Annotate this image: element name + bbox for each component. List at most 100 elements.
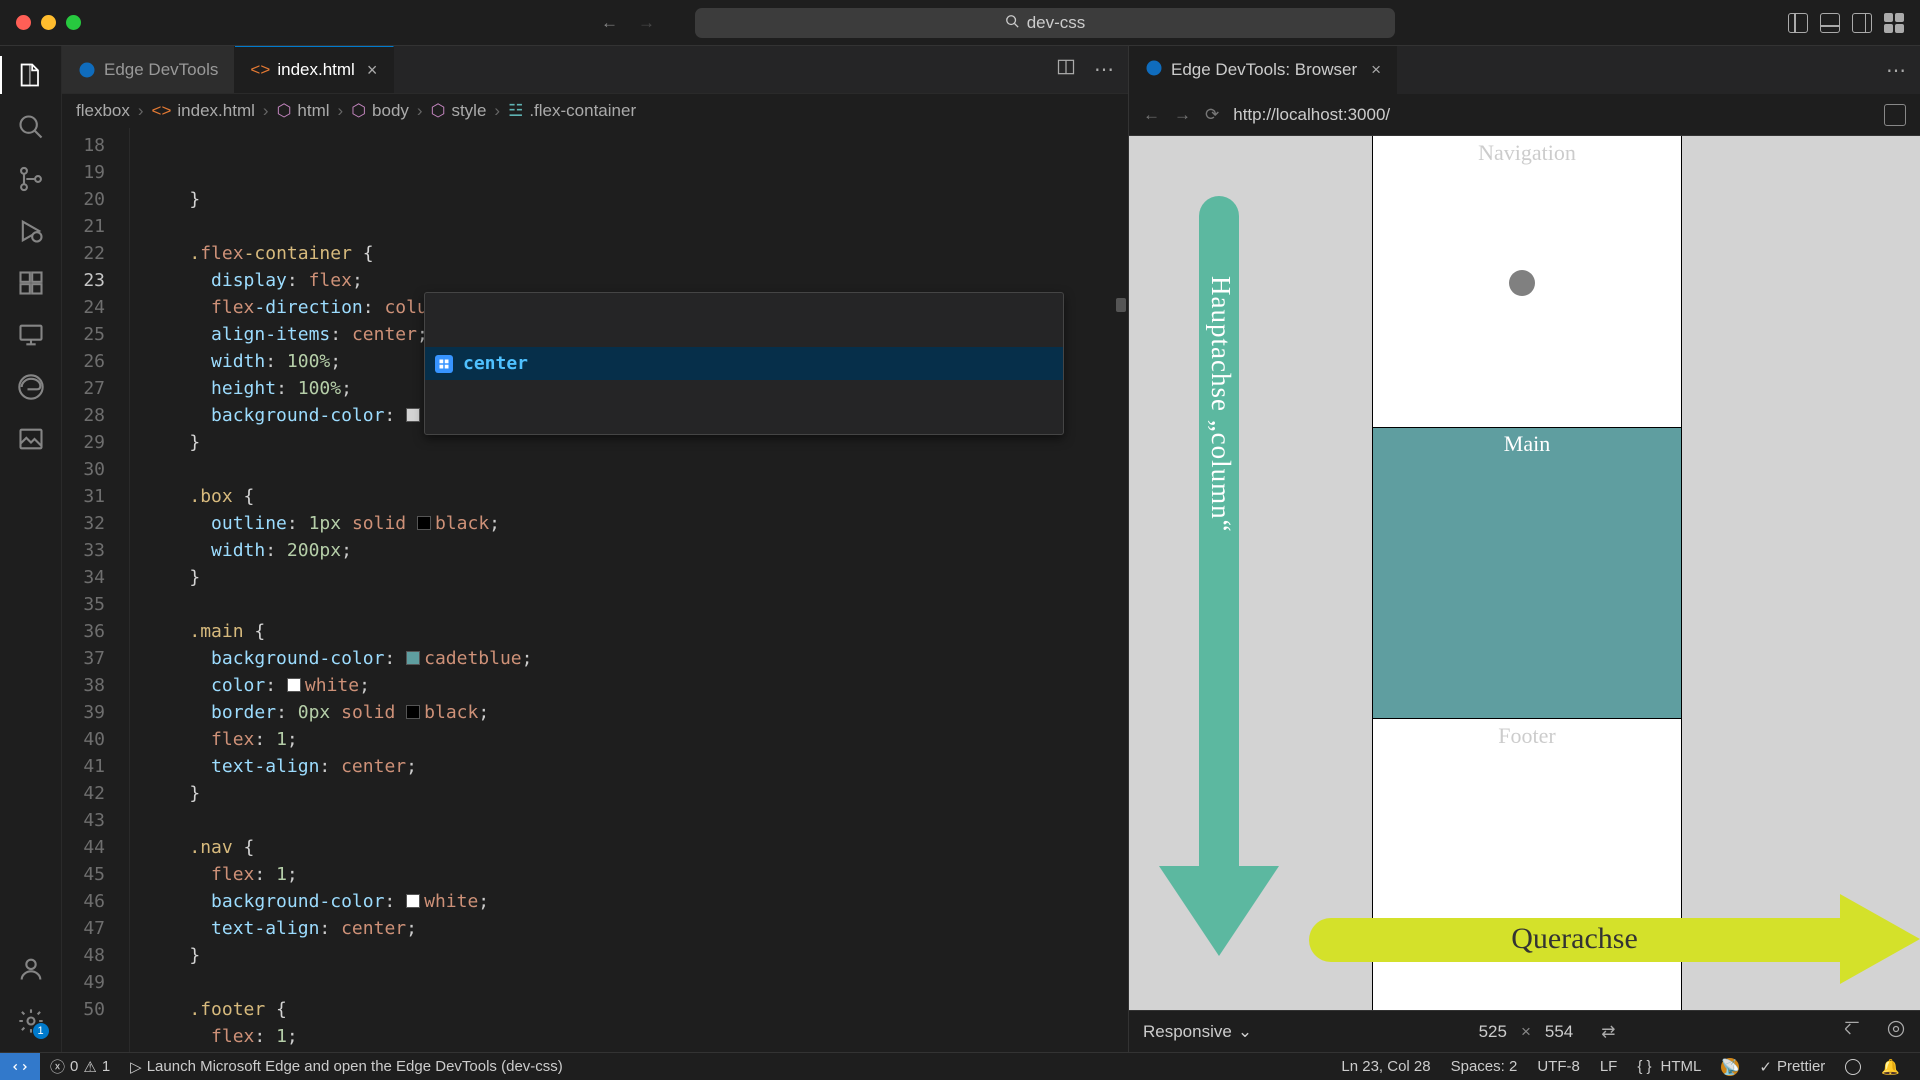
url-bar[interactable]: http://localhost:3000/ xyxy=(1233,105,1390,125)
explorer-icon[interactable] xyxy=(16,60,46,90)
source-control-icon[interactable] xyxy=(16,164,46,194)
chevron-right-icon: › xyxy=(138,101,144,121)
indentation-status[interactable]: Spaces: 2 xyxy=(1441,1058,1528,1075)
status-bar: ⓧ0 ⚠1 ▷ Launch Microsoft Edge and open t… xyxy=(0,1052,1920,1080)
search-text: dev-css xyxy=(1027,13,1086,33)
maximize-window-icon[interactable] xyxy=(66,15,81,30)
cross-axis-label: Querachse xyxy=(1309,922,1840,956)
nav-forward-icon[interactable]: → xyxy=(638,13,655,33)
debug-icon: ▷ xyxy=(130,1058,142,1076)
device-toolbar: Responsive ⌄ 525 × 554 ⇄ xyxy=(1129,1010,1920,1052)
layout-right-icon[interactable] xyxy=(1852,13,1872,33)
command-center[interactable]: dev-css xyxy=(695,8,1395,38)
tab-index-html[interactable]: <> index.html × xyxy=(235,46,394,93)
run-debug-icon[interactable] xyxy=(16,216,46,246)
tag-icon: ⬡ xyxy=(431,101,446,121)
window-controls xyxy=(16,15,81,30)
tag-icon: ⬡ xyxy=(351,101,366,121)
tab-label: index.html xyxy=(277,60,354,80)
cursor-position[interactable]: Ln 23, Col 28 xyxy=(1331,1058,1440,1075)
tag-icon: ⬡ xyxy=(277,101,292,121)
notifications-bell-icon[interactable]: 🔔 xyxy=(1871,1058,1910,1076)
activity-bar: 1 xyxy=(0,46,62,1052)
suggest-item[interactable]: center xyxy=(425,347,1063,380)
emulation-settings-icon[interactable] xyxy=(1886,1019,1906,1044)
screencast-icon[interactable] xyxy=(1842,1019,1862,1044)
nav-back-icon[interactable]: ← xyxy=(601,13,618,33)
launch-task[interactable]: ▷ Launch Microsoft Edge and open the Edg… xyxy=(120,1058,573,1076)
chevron-right-icon: › xyxy=(417,101,423,121)
touch-indicator-icon xyxy=(1509,270,1535,296)
main-axis-label: Hauptachse „column“ xyxy=(1205,276,1236,533)
code-lines[interactable]: } .flex-container { display: flex; flex-… xyxy=(130,128,1128,1052)
layout-left-icon[interactable] xyxy=(1788,13,1808,33)
layout-grid-icon[interactable] xyxy=(1884,13,1904,33)
browser-forward-icon[interactable]: → xyxy=(1174,105,1191,125)
close-window-icon[interactable] xyxy=(16,15,31,30)
breadcrumb-item[interactable]: ⬡html xyxy=(277,101,330,121)
eol-status[interactable]: LF xyxy=(1590,1058,1628,1075)
edge-icon[interactable] xyxy=(16,372,46,402)
preview-box-main: Main xyxy=(1373,427,1681,718)
preview-viewport[interactable]: Hauptachse „column“ Navigation Main Foot… xyxy=(1129,136,1920,1010)
breadcrumb-item[interactable]: ☳.flex-container xyxy=(508,101,636,121)
tab-edge-devtools[interactable]: Edge DevTools xyxy=(62,46,235,93)
css-rule-icon: ☳ xyxy=(508,101,523,121)
breadcrumbs[interactable]: flexbox › <>index.html › ⬡html › ⬡body ›… xyxy=(62,94,1128,128)
settings-gear-icon[interactable]: 1 xyxy=(16,1006,46,1036)
main-axis-arrow: Hauptachse „column“ xyxy=(1159,196,1279,976)
search-icon xyxy=(1005,13,1019,33)
layout-bottom-icon[interactable] xyxy=(1820,13,1840,33)
port-status[interactable]: 📡 xyxy=(1711,1058,1749,1076)
browser-back-icon[interactable]: ← xyxy=(1143,105,1160,125)
close-tab-icon[interactable]: × xyxy=(367,60,378,81)
close-tab-icon[interactable]: × xyxy=(1371,60,1381,80)
remote-indicator[interactable] xyxy=(0,1053,40,1080)
device-select[interactable]: Responsive ⌄ xyxy=(1143,1022,1252,1042)
feedback-icon[interactable] xyxy=(1835,1059,1871,1075)
encoding-status[interactable]: UTF-8 xyxy=(1527,1058,1590,1075)
broadcast-icon: 📡 xyxy=(1721,1058,1739,1076)
preview-box-nav: Navigation xyxy=(1373,136,1681,427)
more-actions-icon[interactable]: ⋯ xyxy=(1886,58,1906,83)
image-icon[interactable] xyxy=(16,424,46,454)
scrollbar-thumb[interactable] xyxy=(1116,298,1126,312)
remote-explorer-icon[interactable] xyxy=(16,320,46,350)
search-icon[interactable] xyxy=(16,112,46,142)
breadcrumb-item[interactable]: flexbox xyxy=(76,101,130,121)
breadcrumb-item[interactable]: ⬡body xyxy=(351,101,409,121)
chevron-right-icon: › xyxy=(338,101,344,121)
value-icon xyxy=(435,355,453,373)
settings-badge: 1 xyxy=(33,1023,49,1039)
code-editor[interactable]: 1819202122232425262728293031323334353637… xyxy=(62,128,1128,1052)
browser-reload-icon[interactable]: ⟳ xyxy=(1205,105,1219,125)
breadcrumb-item[interactable]: ⬡style xyxy=(431,101,487,121)
error-icon: ⓧ xyxy=(50,1056,65,1077)
accounts-icon[interactable] xyxy=(16,954,46,984)
chevron-down-icon: ⌄ xyxy=(1238,1022,1252,1042)
rotate-icon[interactable]: ⇄ xyxy=(1601,1022,1615,1042)
viewport-height[interactable]: 554 xyxy=(1545,1022,1573,1042)
more-actions-icon[interactable]: ⋯ xyxy=(1094,57,1114,82)
chevron-right-icon: › xyxy=(494,101,500,121)
dimension-separator: × xyxy=(1521,1022,1531,1042)
breadcrumb-item[interactable]: <>index.html xyxy=(152,101,255,121)
suggest-widget[interactable]: center xyxy=(424,292,1064,435)
editor-tabs: Edge DevTools <> index.html × ⋯ xyxy=(62,46,1128,94)
preview-tabs: Edge DevTools: Browser × ⋯ xyxy=(1129,46,1920,94)
titlebar: ← → dev-css xyxy=(0,0,1920,46)
line-gutter: 1819202122232425262728293031323334353637… xyxy=(62,128,130,1052)
split-editor-icon[interactable] xyxy=(1056,57,1076,82)
tab-devtools-browser[interactable]: Edge DevTools: Browser × xyxy=(1129,46,1397,94)
language-mode[interactable]: { }HTML xyxy=(1627,1058,1711,1075)
minimize-window-icon[interactable] xyxy=(41,15,56,30)
viewport-width[interactable]: 525 xyxy=(1479,1022,1507,1042)
edge-tab-icon xyxy=(1145,59,1163,82)
inspect-element-icon[interactable] xyxy=(1884,104,1906,126)
check-icon: ✓ xyxy=(1759,1058,1772,1076)
tab-label: Edge DevTools: Browser xyxy=(1171,60,1357,80)
tab-label: Edge DevTools xyxy=(104,60,218,80)
extensions-icon[interactable] xyxy=(16,268,46,298)
prettier-status[interactable]: ✓Prettier xyxy=(1749,1058,1835,1076)
problems-status[interactable]: ⓧ0 ⚠1 xyxy=(40,1056,120,1077)
